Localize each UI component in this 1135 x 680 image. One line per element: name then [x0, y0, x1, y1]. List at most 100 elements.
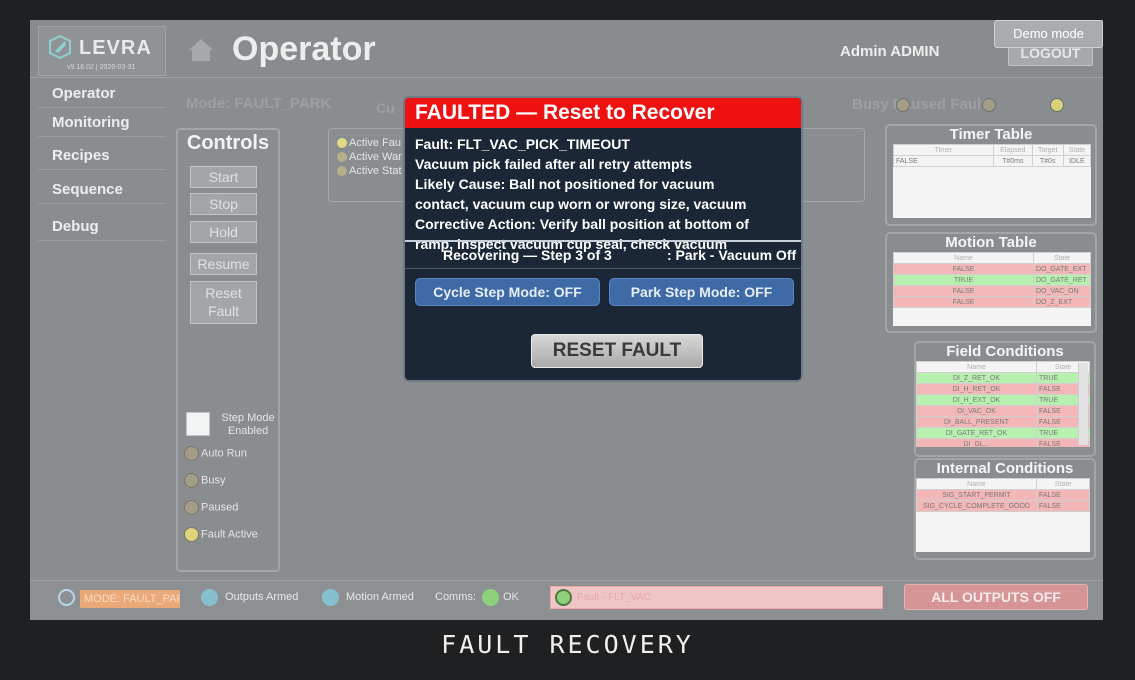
caption: FAULT RECOVERY	[441, 630, 694, 659]
table-cell: DI_H_EXT_OK	[916, 394, 1037, 406]
table-row: FALSE T#0ms T#0s IDLE	[893, 155, 1092, 167]
mode-label: Mode: FAULT_PARK	[186, 95, 332, 112]
table-cell: FALSE	[893, 285, 1034, 297]
sidebar: Operator Monitoring Recipes Sequence Deb…	[38, 78, 168, 578]
table-cell: DI_Z_RET_OK	[916, 372, 1037, 384]
outputs-armed-label: Outputs Armed	[225, 591, 299, 603]
table-cell: IDLE	[1062, 155, 1092, 167]
comms-value: OK	[503, 591, 519, 603]
version-label: v9.16.02 | 2026-03-31	[67, 64, 136, 71]
hold-button[interactable]: Hold	[190, 221, 257, 243]
field-conditions-table: Name State DI_Z_RET_OK TRUE DI_H_RET_OK FA…	[916, 361, 1090, 447]
paused-indicator-led	[184, 500, 199, 515]
controls-panel: Controls Start Stop Hold Resume Reset Fa…	[176, 128, 280, 572]
comms-led	[482, 589, 499, 606]
sidebar-item-recipes[interactable]: Recipes	[38, 142, 166, 170]
park-step-mode-button[interactable]: Park Step Mode: OFF	[609, 278, 794, 306]
stop-button[interactable]: Stop	[190, 193, 257, 215]
table-row: SIG_CYCLE_COMPLETE_GOOD FALSE	[916, 500, 1090, 512]
logo-icon	[49, 35, 71, 59]
table-header-row: Name State	[916, 478, 1090, 490]
auto-run-indicator: Auto Run	[184, 446, 247, 461]
motion-table-panel: Motion Table Name State FALSE DO_GATE_EXT…	[885, 232, 1097, 333]
logo: LEVRA v9.16.02 | 2026-03-31	[38, 26, 166, 76]
internal-conditions-title: Internal Conditions	[936, 460, 1074, 477]
active-warnings-label: Active War	[349, 151, 402, 163]
motion-table: Name State FALSE DO_GATE_EXT TRUE DO_GATE_…	[893, 252, 1091, 326]
table-cell: FALSE	[893, 296, 1034, 308]
step-mode-checkbox[interactable]	[186, 412, 210, 436]
status-bar: MODE: FAULT_PAR Outputs Armed Motion Arm…	[30, 580, 1103, 620]
table-row: TRUE DO_GATE_RET	[893, 274, 1091, 286]
cycle-label: Cu	[376, 100, 395, 116]
table-row: FALSE DO_VAC_ON	[893, 285, 1091, 297]
busy-indicator: Busy	[184, 473, 225, 488]
step-mode-label-1: Step Mode	[221, 412, 275, 424]
divider	[405, 240, 801, 242]
start-button[interactable]: Start	[190, 166, 257, 188]
timer-table-title: Timer Table	[949, 126, 1033, 143]
table-cell: FALSE	[893, 263, 1034, 275]
table-header-row: Name State	[916, 361, 1090, 373]
table-cell: TRUE	[893, 274, 1034, 286]
comms-label: Comms:	[435, 591, 476, 603]
app-screen: LEVRA v9.16.02 | 2026-03-31 Operator Adm…	[30, 20, 1103, 620]
active-faults-row: Active Fau	[337, 137, 401, 149]
vertical-scrollbar[interactable]	[1078, 363, 1088, 445]
active-warnings-row: Active War	[337, 151, 402, 163]
fault-active-label: Fault Active	[201, 528, 258, 541]
table-cell: DI_H_RET_OK	[916, 383, 1037, 395]
sidebar-item-sequence[interactable]: Sequence	[38, 176, 166, 204]
table-cell: T#0ms	[993, 155, 1033, 167]
table-cell: FALSE	[1036, 489, 1090, 501]
paused-led	[982, 98, 996, 112]
table-row: DI_H_EXT_OK TRUE	[916, 394, 1090, 406]
table-cell: DO_Z_EXT	[1033, 296, 1091, 308]
motion-armed-led	[322, 589, 339, 606]
table-cell: FALSE	[1036, 500, 1090, 512]
table-cell: DO_GATE_EXT	[1033, 263, 1091, 275]
divider	[405, 268, 801, 269]
internal-conditions-table: Name State SIG_START_PERMIT FALSE SIG_CYC…	[916, 478, 1090, 552]
active-faults-led	[337, 138, 347, 149]
active-status-label: Active Stat	[349, 165, 402, 177]
auto-run-label: Auto Run	[201, 447, 247, 460]
demo-mode-badge[interactable]: Demo mode	[994, 20, 1103, 48]
column-header: Name	[916, 478, 1037, 490]
busy-indicator-led	[184, 473, 199, 488]
timer-table: Timer Elapsed Target State FALSE T#0ms T…	[893, 144, 1092, 218]
table-row: FALSE DO_Z_EXT	[893, 296, 1091, 308]
sidebar-item-debug[interactable]: Debug	[38, 213, 166, 241]
active-warnings-led	[337, 152, 347, 163]
user-label: Admin ADMIN	[840, 43, 940, 60]
likely-cause-line-1: Likely Cause: Ball not positioned for va…	[415, 176, 715, 192]
recovery-step: Recovering — Step 3 of 3	[443, 247, 612, 263]
step-mode-label: Step Mode Enabled	[218, 412, 278, 438]
home-icon[interactable]	[188, 38, 214, 62]
fault-status-led	[555, 589, 572, 606]
table-row: DI_VAC_OK FALSE	[916, 405, 1090, 417]
fault-description: Vacuum pick failed after all retry attem…	[415, 156, 692, 172]
column-header: State	[1036, 478, 1090, 490]
table-cell: SIG_START_PERMIT	[916, 489, 1037, 501]
outputs-armed-led	[201, 589, 218, 606]
sidebar-item-operator[interactable]: Operator	[38, 80, 166, 108]
fault-dialog-title: FAULTED — Reset to Recover	[405, 98, 801, 128]
mode-status: MODE: FAULT_PAR	[80, 590, 180, 608]
column-header: State	[1062, 144, 1092, 156]
fault-code: Fault: FLT_VAC_PICK_TIMEOUT	[415, 136, 630, 152]
timer-table-panel: Timer Table Timer Elapsed Target State F…	[885, 124, 1097, 226]
column-header: Name	[893, 252, 1034, 264]
cycle-step-mode-button[interactable]: Cycle Step Mode: OFF	[415, 278, 600, 306]
column-header: State	[1033, 252, 1091, 264]
reset-fault-dialog-button[interactable]: RESET FAULT	[531, 334, 703, 368]
resume-button[interactable]: Resume	[190, 253, 257, 275]
all-outputs-off-button[interactable]: ALL OUTPUTS OFF	[904, 584, 1088, 610]
fault-status-text: Fault - FLT_VAC	[577, 592, 651, 603]
sidebar-item-monitoring[interactable]: Monitoring	[38, 109, 166, 137]
table-row: FALSE DO_GATE_EXT	[893, 263, 1091, 275]
reset-fault-button[interactable]: Reset Fault	[190, 281, 257, 324]
motion-armed-label: Motion Armed	[346, 591, 414, 603]
table-row: DI_H_RET_OK FALSE	[916, 383, 1090, 395]
active-status-led	[337, 166, 347, 177]
